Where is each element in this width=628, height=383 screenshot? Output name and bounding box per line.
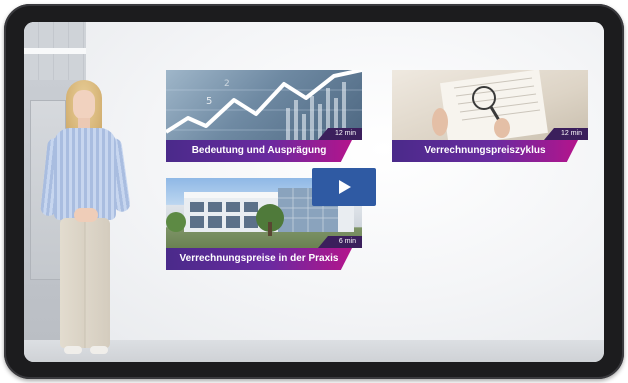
chapter-title: Verrechnungspreise in der Praxis xyxy=(166,248,352,270)
presenter-shoe-left xyxy=(64,346,82,354)
presenter-shoe-right xyxy=(90,346,108,354)
presenter-trousers xyxy=(60,218,110,348)
play-icon xyxy=(339,180,351,194)
presenter-face xyxy=(73,90,95,120)
svg-text:2: 2 xyxy=(224,79,230,89)
tablet-frame: 5 2 12 min Bedeutung und Ausprägung 12 m… xyxy=(4,4,624,379)
svg-text:5: 5 xyxy=(206,96,212,107)
presenter-blouse xyxy=(54,128,116,220)
presenter-hands xyxy=(74,208,98,222)
play-button[interactable] xyxy=(312,168,376,206)
chapter-card-zyklus[interactable]: 12 min Verrechnungspreiszyklus xyxy=(392,70,588,164)
chapter-title: Bedeutung und Ausprägung xyxy=(166,140,352,162)
chapter-card-bedeutung[interactable]: 5 2 12 min Bedeutung und Ausprägung xyxy=(166,70,362,164)
ceiling-light xyxy=(24,48,94,54)
presenter xyxy=(38,80,134,362)
video-player[interactable]: 5 2 12 min Bedeutung und Ausprägung 12 m… xyxy=(24,22,604,362)
chapter-title: Verrechnungspreiszyklus xyxy=(392,140,578,162)
